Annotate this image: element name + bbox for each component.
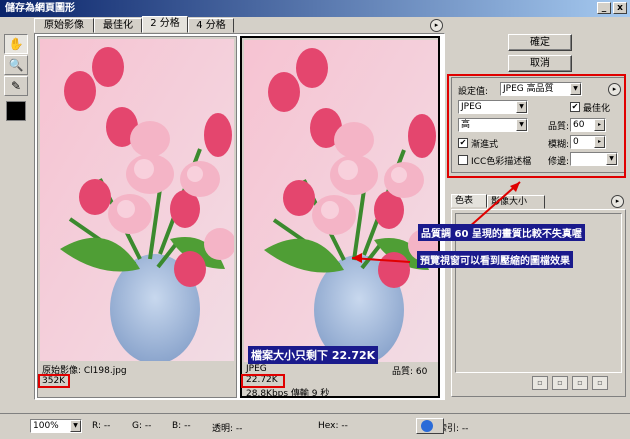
preview-annotation: 預覽視窗可以看到壓縮的圖檔效果 xyxy=(417,251,573,268)
annotation-arrows xyxy=(351,181,521,263)
size-annotation: 檔案大小只剩下 22.72K xyxy=(248,346,379,364)
quality-annotation: 品質調 60 呈現的畫質比較不失真喔 xyxy=(418,224,585,241)
